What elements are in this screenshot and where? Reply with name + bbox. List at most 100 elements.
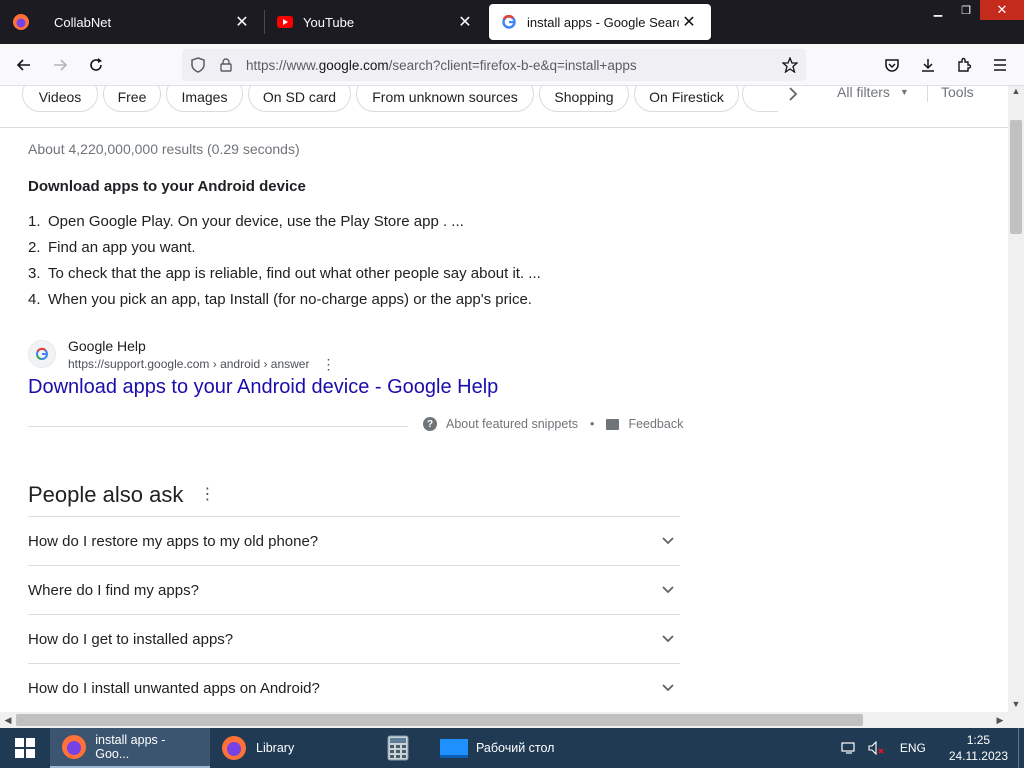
firefox-icon	[220, 734, 248, 762]
chip-on-firestick[interactable]: On Firestick	[634, 86, 739, 112]
language-indicator[interactable]: ENG	[893, 741, 933, 755]
youtube-icon	[277, 14, 293, 30]
scroll-left-icon[interactable]: ◀	[0, 712, 16, 728]
chip-from-unknown-sources[interactable]: From unknown sources	[356, 86, 534, 112]
tab-google-search[interactable]: install apps - Google Search ✕	[489, 4, 711, 40]
pocket-icon[interactable]	[874, 49, 910, 81]
vertical-scrollbar[interactable]: ▲ ▼	[1008, 86, 1024, 712]
bookmark-star-icon[interactable]	[780, 55, 800, 75]
navigation-toolbar: https://www.google.com/search?client=fir…	[0, 44, 1024, 86]
taskbar-item-desktop[interactable]: Рабочий стол	[430, 728, 590, 768]
firefox-icon	[60, 733, 87, 761]
more-vert-icon[interactable]: ⋮	[321, 357, 335, 371]
taskbar: install apps - Goo... Library Рабочий ст…	[0, 728, 1024, 768]
source-name: Google Help	[68, 338, 146, 354]
clock[interactable]: 1:25 24.11.2023	[949, 732, 1008, 764]
paa-question[interactable]: Where do I find my apps?	[28, 565, 680, 614]
taskbar-item-library[interactable]: Library	[210, 728, 350, 768]
page-content: Videos Free Images On SD card From unkno…	[0, 86, 1008, 712]
reload-icon[interactable]	[78, 49, 114, 81]
paa-question[interactable]: How do I install unwanted apps on Androi…	[28, 663, 680, 712]
url-bar[interactable]: https://www.google.com/search?client=fir…	[182, 49, 806, 81]
caret-down-icon: ▼	[899, 87, 909, 97]
snippet-divider	[28, 426, 408, 427]
tab-title: YouTube	[303, 14, 355, 30]
google-g-icon	[501, 14, 517, 30]
firefox-icon	[13, 14, 29, 30]
tab-collabnet[interactable]: CollabNet ✕	[42, 0, 264, 44]
taskbar-item-firefox-search[interactable]: install apps - Goo...	[50, 728, 210, 768]
downloads-icon[interactable]	[910, 49, 946, 81]
result-title-link[interactable]: Download apps to your Android device - G…	[28, 376, 498, 399]
taskbar-item-calculator[interactable]	[374, 728, 430, 768]
scrollbar-thumb[interactable]	[16, 714, 863, 726]
result-source[interactable]: Google Help https://support.google.com ›…	[28, 336, 336, 372]
filters-divider	[927, 86, 928, 102]
scroll-down-icon[interactable]: ▼	[1008, 696, 1024, 712]
hamburger-menu-icon[interactable]	[982, 49, 1018, 81]
list-item: 1. Open Google Play. On your device, use …	[28, 213, 464, 230]
toolbar-right	[874, 49, 1018, 81]
list-item: 4. When you pick an app, tap Install (for…	[28, 291, 532, 308]
list-item: 2. Find an app you want.	[28, 239, 196, 256]
close-icon[interactable]: ✕	[679, 12, 699, 32]
featured-snippet-heading: Download apps to your Android device	[28, 178, 306, 195]
feedback-icon	[606, 418, 620, 430]
chip-shopping[interactable]: Shopping	[539, 86, 629, 112]
window-controls: ▁ ❐ ✕	[924, 0, 1024, 20]
desktop-icon	[440, 734, 468, 762]
volume-muted-icon[interactable]	[865, 741, 889, 755]
chevron-down-icon	[656, 586, 680, 594]
all-filters-label: All filters	[837, 86, 890, 100]
horizontal-scrollbar[interactable]: ◀ ▶	[0, 712, 1008, 728]
chevron-right-icon[interactable]	[781, 86, 805, 106]
chip-overflow	[742, 86, 778, 112]
chevron-down-icon	[656, 684, 680, 692]
about-featured-snippets-link[interactable]: About featured snippets	[446, 417, 578, 431]
chip-free[interactable]: Free	[103, 86, 161, 112]
tools-button[interactable]: Tools	[941, 86, 974, 100]
separator-dot: •	[590, 417, 595, 431]
show-desktop-button[interactable]	[1018, 728, 1024, 768]
all-filters-button[interactable]: All filters ▼	[837, 86, 909, 100]
url-text[interactable]: https://www.google.com/search?client=fir…	[246, 58, 637, 73]
start-button[interactable]	[0, 728, 50, 768]
chip-on-sd-card[interactable]: On SD card	[248, 86, 351, 112]
chip-images[interactable]: Images	[166, 86, 243, 112]
chip-videos[interactable]: Videos	[22, 86, 98, 112]
scrollbar-thumb[interactable]	[1010, 120, 1022, 234]
system-tray: ENG 1:25 24.11.2023	[835, 728, 1024, 768]
more-vert-icon[interactable]: ⋮	[199, 487, 215, 503]
paa-question[interactable]: How do I restore my apps to my old phone…	[28, 516, 680, 565]
extensions-icon[interactable]	[946, 49, 982, 81]
tab-youtube[interactable]: YouTube ✕	[265, 0, 487, 44]
shield-icon[interactable]	[184, 49, 212, 81]
tab-title: install apps - Google Search	[527, 14, 679, 30]
list-item: 3. To check that the app is reliable, fin…	[28, 265, 541, 282]
people-also-ask-title: People also ask ⋮	[28, 482, 216, 507]
paa-question[interactable]: How do I get to installed apps?	[28, 614, 680, 663]
network-icon[interactable]	[837, 741, 861, 755]
lock-icon[interactable]	[212, 49, 240, 81]
chevron-down-icon	[656, 635, 680, 643]
source-url: https://support.google.com › android › a…	[68, 356, 336, 372]
calculator-icon	[384, 734, 412, 762]
firefox-view-button[interactable]	[0, 0, 42, 44]
close-icon[interactable]: ✕	[455, 12, 475, 32]
google-g-icon	[28, 340, 56, 368]
scroll-right-icon[interactable]: ▶	[992, 712, 1008, 728]
feedback-link[interactable]: Feedback	[628, 417, 683, 431]
results-stats: About 4,220,000,000 results (0.29 second…	[28, 141, 300, 157]
tab-strip: CollabNet ✕ YouTube ✕ install apps - Goo…	[0, 0, 1024, 44]
forward-arrow-icon[interactable]	[42, 49, 78, 81]
close-icon[interactable]: ✕	[232, 12, 252, 32]
windows-logo-icon	[15, 738, 35, 758]
people-also-ask-list: How do I restore my apps to my old phone…	[28, 516, 680, 712]
back-arrow-icon[interactable]	[6, 49, 42, 81]
scroll-up-icon[interactable]: ▲	[1008, 86, 1024, 100]
help-circle-icon: ?	[423, 417, 437, 431]
restore-icon[interactable]: ❐	[952, 0, 980, 20]
window-close-icon[interactable]: ✕	[980, 0, 1024, 20]
minimize-icon[interactable]: ▁	[924, 0, 952, 20]
chevron-down-icon	[656, 537, 680, 545]
